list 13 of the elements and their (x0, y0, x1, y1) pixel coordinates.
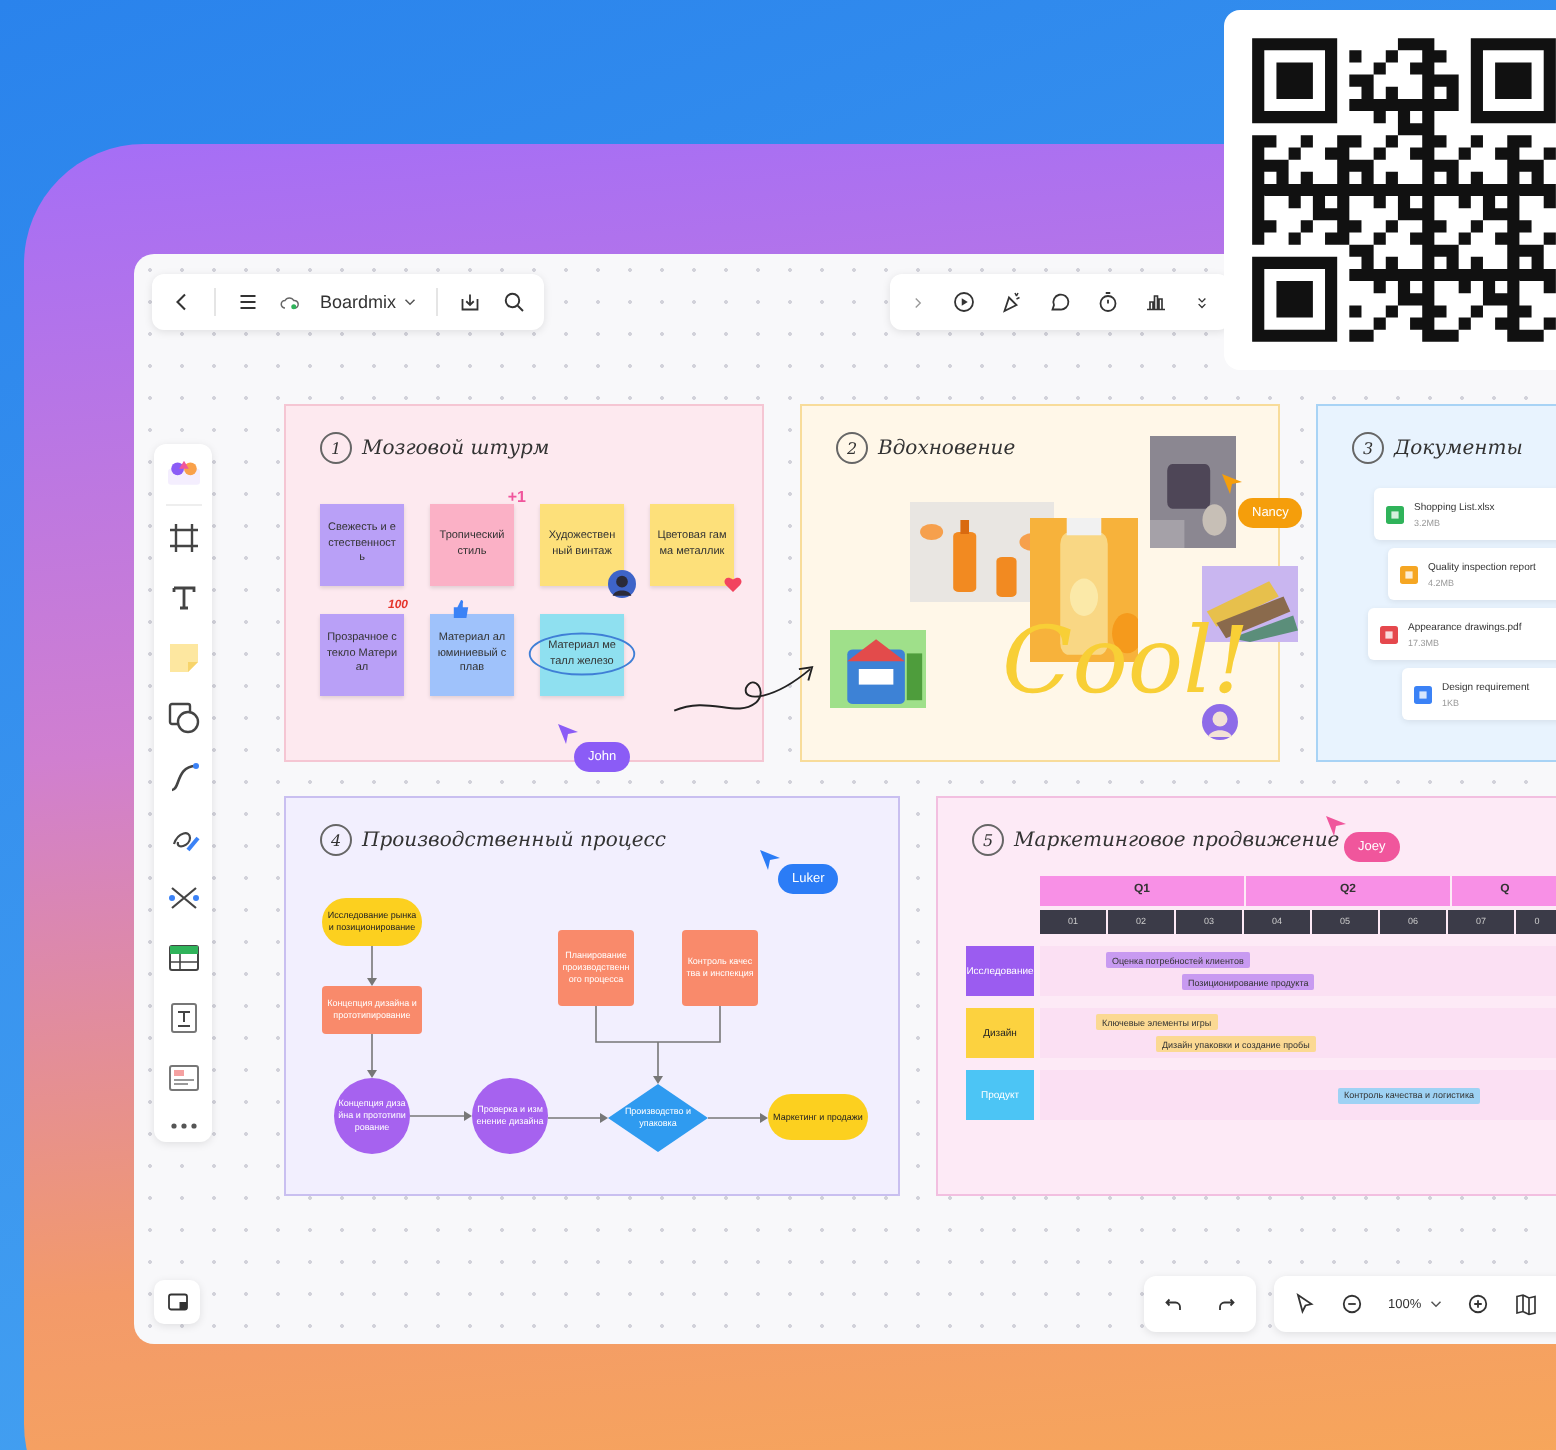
frame-title: Маркетинговое продвижение (1014, 829, 1340, 851)
frame-number: 1 (320, 432, 352, 464)
frame-number: 4 (320, 824, 352, 856)
frame-title: Мозговой штурм (362, 437, 550, 459)
frame-number: 2 (836, 432, 868, 464)
frame-title: Производственный процесс (362, 829, 666, 851)
frame-number: 5 (972, 824, 1004, 856)
board-name-button[interactable]: Boardmix (320, 292, 417, 312)
frame-title: Документы (1394, 437, 1523, 459)
handwritten-text: Cool! (1002, 606, 1250, 714)
frame-title: Вдохновение (878, 437, 1016, 459)
reaction-count: +1 (507, 488, 526, 506)
frame-number: 3 (1352, 432, 1384, 464)
